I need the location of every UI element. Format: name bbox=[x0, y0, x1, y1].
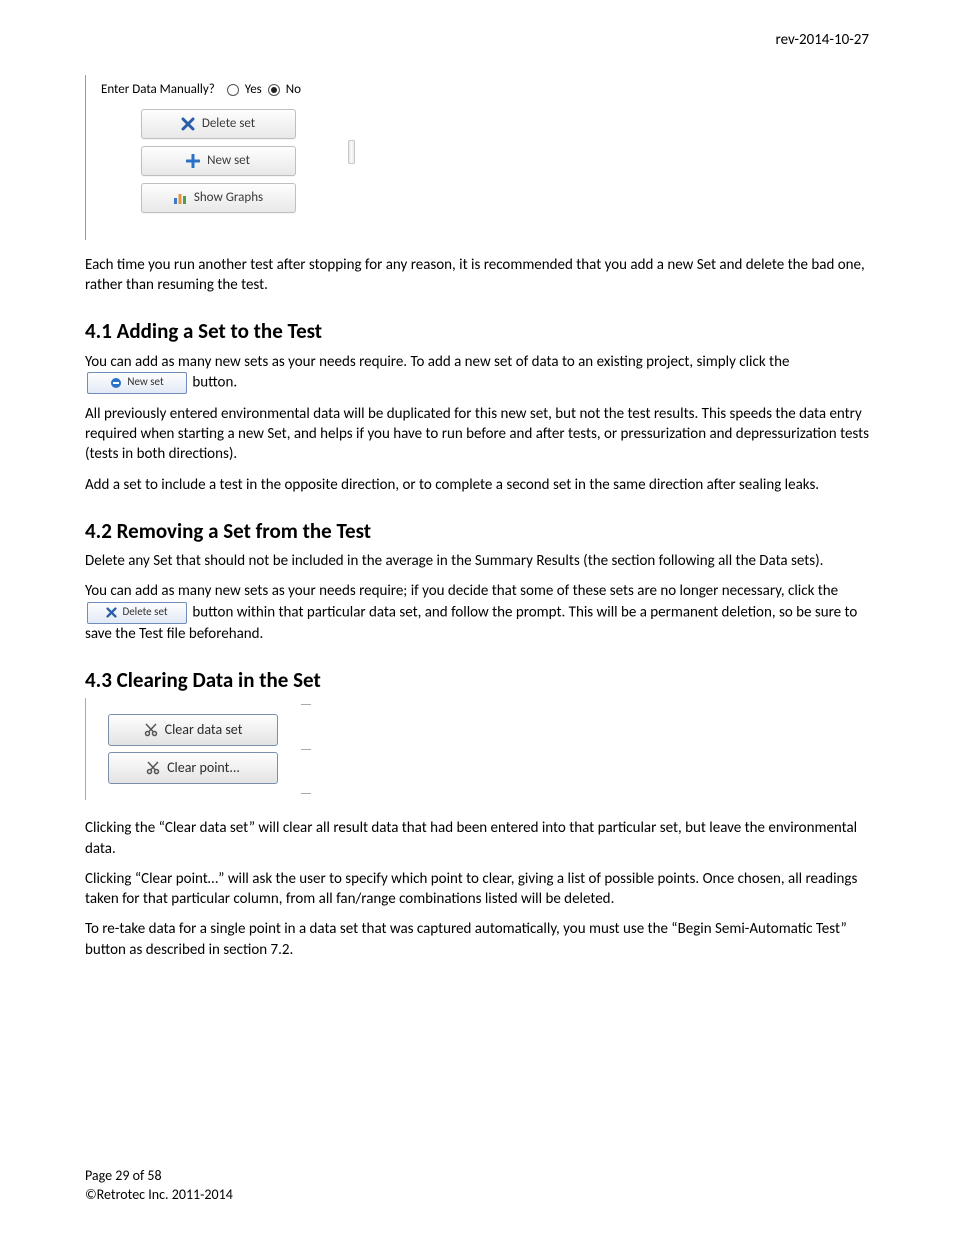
inline-new-set-button[interactable]: New set bbox=[87, 372, 187, 394]
x-icon bbox=[181, 117, 195, 131]
sec41-p1a: You can add as many new sets as your nee… bbox=[85, 353, 789, 371]
show-graphs-button[interactable]: Show Graphs bbox=[141, 183, 296, 213]
heading-4-3: 4.3 Clearing Data in the Set bbox=[85, 666, 869, 694]
page-footer: Page 29 of 58 ©Retrotec Inc. 2011-2014 bbox=[85, 1167, 233, 1205]
delete-set-label: Delete set bbox=[202, 115, 255, 133]
clear-point-label: Clear point... bbox=[167, 759, 240, 778]
sec43-p2: Clicking “Clear point…” will ask the use… bbox=[85, 869, 869, 910]
top-ui-panel: Enter Data Manually? Yes No Delete set N… bbox=[85, 75, 335, 240]
sec43-p1: Clicking the “Clear data set” will clear… bbox=[85, 818, 869, 859]
new-set-label: New set bbox=[207, 152, 250, 170]
clear-ui-panel: Clear data set Clear point... bbox=[85, 698, 305, 800]
sec42-p2a: You can add as many new sets as your nee… bbox=[85, 582, 838, 600]
sec42-p2b: button within that particular data set, … bbox=[85, 603, 857, 642]
tick-mark bbox=[301, 749, 311, 750]
sec42-p1: Delete any Set that should not be includ… bbox=[85, 551, 869, 571]
manual-entry-label: Enter Data Manually? bbox=[101, 81, 215, 99]
manual-entry-row: Enter Data Manually? Yes No bbox=[101, 81, 335, 99]
clear-point-button[interactable]: Clear point... bbox=[108, 752, 278, 784]
radio-yes[interactable] bbox=[227, 84, 239, 96]
radio-yes-label: Yes bbox=[245, 81, 262, 99]
sec41-p2: All previously entered environmental dat… bbox=[85, 404, 869, 465]
bar-chart-icon bbox=[173, 191, 187, 205]
inline-new-set-label: New set bbox=[127, 375, 163, 390]
revision-date: rev-2014-10-27 bbox=[85, 30, 869, 50]
x-icon bbox=[106, 607, 117, 618]
heading-4-1: 4.1 Adding a Set to the Test bbox=[85, 317, 869, 345]
heading-4-2: 4.2 Removing a Set from the Test bbox=[85, 517, 869, 545]
sec41-p1: You can add as many new sets as your nee… bbox=[85, 352, 869, 394]
plus-icon bbox=[186, 154, 200, 168]
sec41-p1b: button. bbox=[192, 373, 237, 391]
clear-data-set-button[interactable]: Clear data set bbox=[108, 714, 278, 746]
tick-mark bbox=[301, 704, 311, 705]
page-number: Page 29 of 58 bbox=[85, 1167, 233, 1186]
scissors-icon bbox=[144, 723, 158, 737]
circle-minus-icon bbox=[110, 377, 122, 389]
show-graphs-label: Show Graphs bbox=[194, 189, 263, 207]
inline-delete-set-button[interactable]: Delete set bbox=[87, 602, 187, 624]
new-set-button[interactable]: New set bbox=[141, 146, 296, 176]
radio-no-label: No bbox=[286, 81, 301, 99]
inline-delete-set-label: Delete set bbox=[122, 605, 167, 620]
copyright: ©Retrotec Inc. 2011-2014 bbox=[85, 1186, 233, 1205]
sec41-p3: Add a set to include a test in the oppos… bbox=[85, 475, 869, 495]
scrollbar-thumb[interactable] bbox=[348, 140, 355, 164]
tick-mark bbox=[301, 793, 311, 794]
intro-paragraph: Each time you run another test after sto… bbox=[85, 255, 869, 296]
sec42-p2: You can add as many new sets as your nee… bbox=[85, 581, 869, 644]
radio-no[interactable] bbox=[268, 84, 280, 96]
sec43-p3: To re-take data for a single point in a … bbox=[85, 919, 869, 960]
delete-set-button[interactable]: Delete set bbox=[141, 109, 296, 139]
scissors-icon bbox=[146, 761, 160, 775]
clear-data-set-label: Clear data set bbox=[165, 721, 243, 740]
